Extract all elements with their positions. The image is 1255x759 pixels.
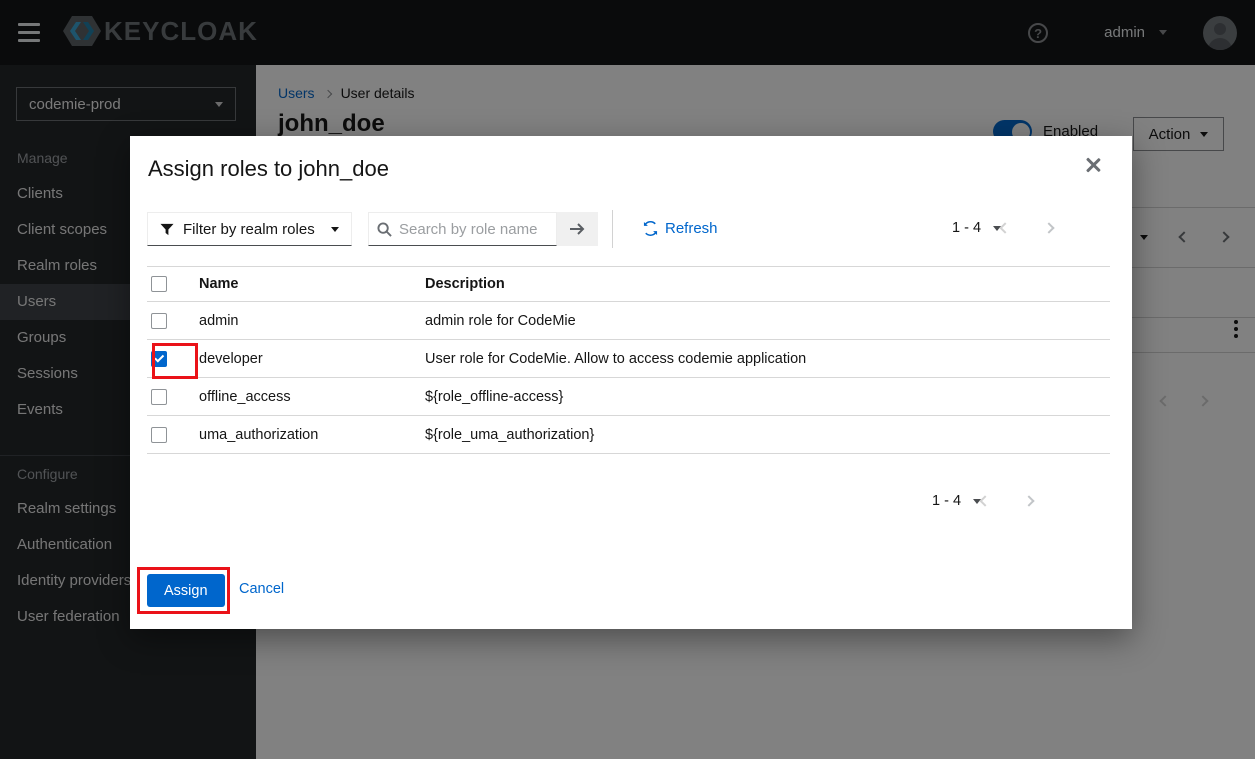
column-header-name: Name bbox=[199, 276, 425, 292]
table-row: admin admin role for CodeMie bbox=[147, 302, 1110, 340]
prev-page-icon[interactable] bbox=[999, 222, 1010, 233]
role-name: uma_authorization bbox=[199, 427, 425, 443]
close-icon[interactable] bbox=[1084, 156, 1102, 174]
row-checkbox-uma-authorization[interactable] bbox=[151, 427, 167, 443]
assign-roles-modal: Assign roles to john_doe Filter by realm… bbox=[130, 136, 1132, 629]
search-box bbox=[368, 212, 557, 246]
pagination-range: 1 - 4 bbox=[952, 220, 981, 236]
role-name: offline_access bbox=[199, 389, 425, 405]
toolbar-divider bbox=[612, 210, 613, 248]
arrow-right-icon bbox=[569, 222, 586, 236]
search-icon bbox=[377, 222, 392, 237]
role-name: developer bbox=[199, 351, 425, 367]
modal-title: Assign roles to john_doe bbox=[148, 156, 389, 182]
next-page-icon[interactable] bbox=[1043, 222, 1054, 233]
chevron-down-icon bbox=[331, 227, 339, 232]
refresh-label: Refresh bbox=[665, 220, 718, 237]
pagination-bottom: 1 - 4 bbox=[932, 493, 1033, 509]
pagination-range: 1 - 4 bbox=[932, 493, 961, 509]
role-description: ${role_offline-access} bbox=[425, 389, 1110, 405]
role-description: User role for CodeMie. Allow to access c… bbox=[425, 351, 1110, 367]
table-row: uma_authorization ${role_uma_authorizati… bbox=[147, 416, 1110, 454]
roles-table: Name Description admin admin role for Co… bbox=[147, 266, 1110, 454]
table-row: developer User role for CodeMie. Allow t… bbox=[147, 340, 1110, 378]
column-header-description: Description bbox=[425, 276, 1110, 292]
assign-button[interactable]: Assign bbox=[147, 574, 225, 607]
search-group bbox=[368, 212, 598, 246]
refresh-link[interactable]: Refresh bbox=[643, 220, 718, 237]
select-all-checkbox[interactable] bbox=[151, 276, 167, 292]
search-submit-button[interactable] bbox=[557, 212, 598, 246]
role-name: admin bbox=[199, 313, 425, 329]
search-input[interactable] bbox=[399, 221, 539, 238]
filter-label: Filter by realm roles bbox=[183, 221, 315, 238]
row-checkbox-admin[interactable] bbox=[151, 313, 167, 329]
prev-page-icon[interactable] bbox=[979, 495, 990, 506]
row-checkbox-developer[interactable] bbox=[151, 351, 167, 367]
role-description: ${role_uma_authorization} bbox=[425, 427, 1110, 443]
pagination-top: 1 - 4 bbox=[952, 220, 1053, 236]
table-header-row: Name Description bbox=[147, 266, 1110, 302]
refresh-icon bbox=[643, 221, 658, 236]
next-page-icon[interactable] bbox=[1023, 495, 1034, 506]
role-description: admin role for CodeMie bbox=[425, 313, 1110, 329]
filter-icon bbox=[160, 223, 174, 236]
cancel-link[interactable]: Cancel bbox=[239, 581, 284, 597]
filter-by-realm-roles-dropdown[interactable]: Filter by realm roles bbox=[147, 212, 352, 246]
row-checkbox-offline-access[interactable] bbox=[151, 389, 167, 405]
table-row: offline_access ${role_offline-access} bbox=[147, 378, 1110, 416]
